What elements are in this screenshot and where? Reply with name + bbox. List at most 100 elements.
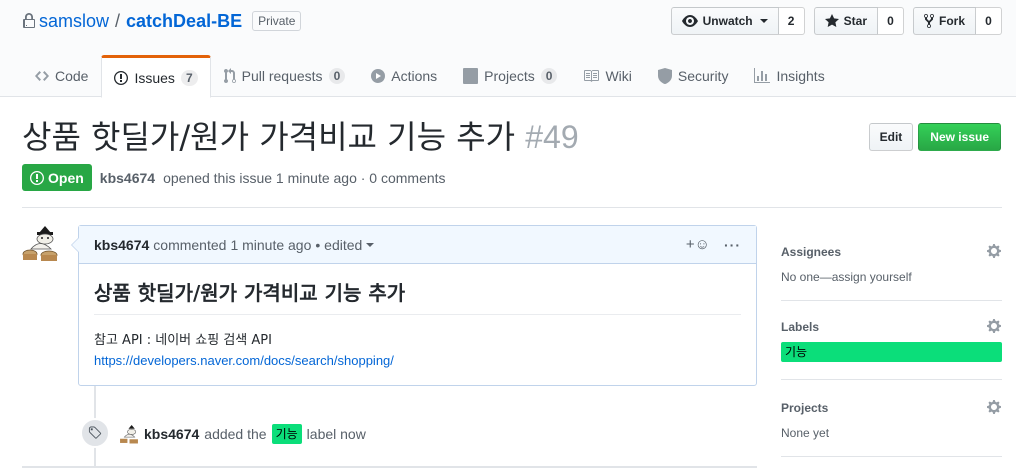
fork-group: Fork 0 [912, 7, 1002, 35]
eye-icon [681, 15, 698, 27]
gear-icon[interactable] [986, 243, 1002, 259]
label-added-event: kbs4674 added the 기능 label now [119, 424, 366, 444]
watchers-count[interactable]: 2 [778, 7, 805, 35]
star-button[interactable]: Star [813, 7, 878, 35]
more-options-icon[interactable]: ··· [724, 237, 741, 253]
tab-wiki-label: Wiki [605, 68, 632, 84]
issue-header-actions: Edit New issue [868, 123, 1001, 151]
tab-wiki[interactable]: Wiki [570, 55, 644, 97]
label-badge[interactable]: 기능 [271, 424, 302, 444]
new-issue-button[interactable]: New issue [918, 123, 1001, 151]
tab-issues-label: Issues [134, 69, 175, 86]
gear-icon[interactable] [986, 318, 1002, 334]
assignees-value[interactable]: No one—assign yourself [781, 270, 1002, 284]
projects-title[interactable]: Projects [781, 400, 1002, 416]
repo-name-link[interactable]: catchDeal-BE [126, 11, 242, 32]
star-group: Star 0 [813, 7, 904, 35]
tab-projects-label: Projects [484, 68, 535, 84]
chevron-down-icon [759, 19, 768, 23]
comment-author-link[interactable]: kbs4674 [94, 237, 149, 253]
timeline-divider [22, 466, 757, 468]
watch-group: Unwatch 2 [670, 7, 805, 35]
tab-projects[interactable]: Projects 0 [450, 55, 570, 97]
tab-security[interactable]: Security [645, 55, 742, 97]
gear-icon[interactable] [986, 399, 1002, 415]
event-author-link[interactable]: kbs4674 [144, 426, 199, 442]
tab-actions[interactable]: Actions [358, 55, 450, 97]
issues-count-badge: 7 [180, 69, 198, 86]
private-badge: Private [252, 11, 302, 31]
lock-icon [23, 13, 35, 28]
unwatch-label: Unwatch [702, 14, 753, 28]
fork-button[interactable]: Fork [912, 7, 976, 35]
issue-number: #49 [525, 119, 579, 155]
status-badge: Open [22, 164, 92, 191]
issue-sidebar: Assignees No one—assign yourself Labels … [781, 224, 1002, 457]
graph-icon [754, 68, 771, 83]
chevron-down-icon [366, 242, 375, 247]
code-icon [35, 71, 49, 81]
status-label: Open [48, 169, 84, 186]
repo-header: samslow / catchDeal-BE Private Unwatch 2… [0, 0, 1016, 98]
divider [22, 207, 1002, 208]
comment-actions: +☺ ··· [686, 236, 741, 253]
comment-heading: 상품 핫딜가/원가 가격비교 기능 추가 [94, 278, 741, 315]
repo-owner-link[interactable]: samslow [39, 11, 109, 32]
repo-title: samslow / catchDeal-BE Private [22, 10, 302, 32]
comment-time-link[interactable]: 1 minute ago [230, 237, 311, 253]
tag-icon [88, 426, 102, 439]
fork-label: Fork [938, 14, 965, 28]
avatar[interactable] [119, 424, 139, 444]
sidebar-label-badge[interactable]: 기능 [781, 342, 1002, 362]
assignees-title[interactable]: Assignees [781, 244, 1002, 260]
fork-icon [923, 13, 934, 29]
unwatch-button[interactable]: Unwatch [670, 7, 779, 35]
comment-text: 참고 API : 네이버 쇼핑 검색 API [94, 333, 272, 348]
issue-comment: kbs4674 commented 1 minute ago • edited … [78, 225, 757, 386]
comment-body: 상품 핫딜가/원가 가격비교 기능 추가 참고 API : 네이버 쇼핑 검색 … [79, 264, 756, 385]
edited-dropdown[interactable]: • edited [315, 236, 375, 253]
add-reaction-icon[interactable]: +☺ [686, 236, 710, 253]
tab-issues[interactable]: Issues 7 [101, 55, 211, 98]
issue-meta-text: opened this issue 1 minute ago · 0 comme… [163, 169, 446, 186]
tag-icon-badge [80, 418, 110, 448]
projects-count-badge: 0 [540, 68, 558, 84]
star-label: Star [843, 14, 867, 28]
project-icon [463, 68, 479, 84]
tab-insights[interactable]: Insights [741, 55, 837, 97]
edit-button[interactable]: Edit [868, 123, 914, 151]
tab-code-label: Code [55, 68, 89, 84]
labels-section: Labels 기능 [781, 301, 1002, 380]
repo-nav-tabs: Code Issues 7 Pull requests 0 Actions Pr… [22, 55, 838, 98]
edited-label: • edited [315, 236, 363, 253]
avatar[interactable] [21, 224, 59, 262]
comment-action: commented [153, 236, 227, 253]
book-icon [584, 70, 600, 82]
forks-count[interactable]: 0 [976, 7, 1002, 35]
issue-title: 상품 핫딜가/원가 가격비교 기능 추가 #49 [22, 116, 579, 158]
tab-code[interactable]: Code [22, 55, 101, 97]
stars-count[interactable]: 0 [877, 7, 904, 35]
pull-requests-count-badge: 0 [328, 68, 346, 84]
repo-actions: Unwatch 2 Star 0 Fork 0 [670, 7, 1002, 35]
pull-request-icon [223, 68, 236, 84]
tab-pull-requests-label: Pull requests [241, 68, 323, 84]
api-docs-link[interactable]: https://developers.naver.com/docs/search… [94, 351, 741, 371]
star-icon [824, 14, 839, 27]
assignees-section: Assignees No one—assign yourself [781, 224, 1002, 301]
comment-header: kbs4674 commented 1 minute ago • edited … [79, 226, 756, 264]
projects-value: None yet [781, 426, 830, 440]
projects-section: Projects None yet [781, 380, 1002, 457]
issue-meta: Open kbs4674 opened this issue 1 minute … [22, 164, 446, 191]
tab-actions-label: Actions [391, 68, 438, 84]
comment-arrow-inner [72, 238, 79, 252]
shield-icon [657, 68, 672, 84]
issue-opened-icon [114, 70, 129, 85]
labels-title[interactable]: Labels [781, 319, 1002, 335]
issue-author-link[interactable]: kbs4674 [100, 170, 155, 186]
tab-insights-label: Insights [776, 68, 825, 84]
issue-title-text: 상품 핫딜가/원가 가격비교 기능 추가 [22, 118, 516, 156]
event-suffix: label now [306, 426, 366, 442]
tab-security-label: Security [677, 68, 729, 84]
tab-pull-requests[interactable]: Pull requests 0 [211, 55, 359, 97]
